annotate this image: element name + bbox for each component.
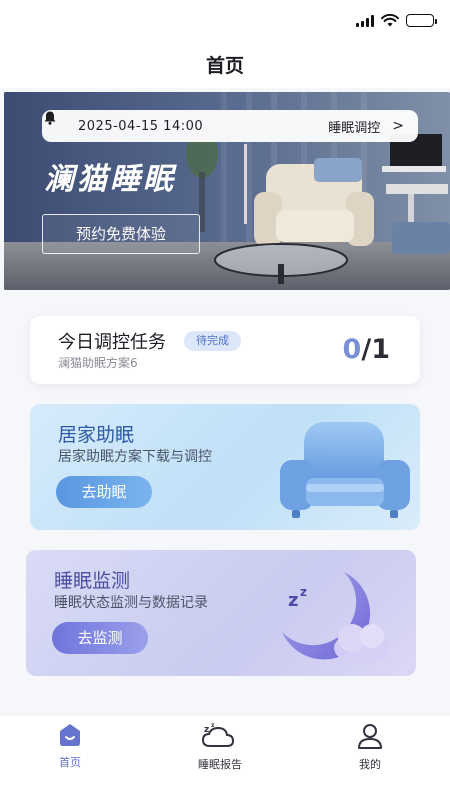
- moon-cloud-icon: z z: [282, 572, 390, 664]
- status-time: 9:41: [46, 12, 73, 27]
- task-subtitle: 澜猫助眠方案6: [58, 356, 138, 370]
- task-title: 今日调控任务: [58, 332, 166, 353]
- nav-bar: 首页: [0, 44, 450, 88]
- wifi-icon: [381, 14, 399, 27]
- svg-text:z: z: [211, 722, 215, 729]
- hero-banner[interactable]: 2025-04-15 14:00 睡眠调控 > 澜猫睡眠 预约免费体验: [4, 92, 450, 290]
- battery-icon: [406, 14, 437, 27]
- tab-home[interactable]: 首页: [30, 722, 110, 770]
- card-description: 居家助眠方案下载与调控: [58, 449, 212, 465]
- today-task-card[interactable]: 今日调控任务 待完成 澜猫助眠方案6 0/1: [30, 316, 420, 384]
- go-monitor-button[interactable]: 去监测: [52, 622, 148, 654]
- status-badge: 待完成: [184, 331, 241, 351]
- tab-label: 睡眠报告: [198, 758, 242, 771]
- signal-icon: [356, 14, 374, 27]
- profile-icon: [358, 724, 382, 749]
- free-trial-button[interactable]: 预约免费体验: [42, 214, 200, 254]
- go-sleep-aid-button[interactable]: 去助眠: [56, 476, 152, 508]
- page-title: 首页: [205, 55, 244, 77]
- card-title: 睡眠监测: [54, 570, 131, 592]
- tab-sleep-report[interactable]: z z 睡眠报告: [180, 722, 260, 772]
- status-bar: 9:41: [0, 0, 450, 44]
- notice-datetime: 2025-04-15 14:00: [78, 118, 204, 134]
- notice-bar[interactable]: 2025-04-15 14:00 睡眠调控 >: [42, 110, 418, 142]
- chevron-right-icon: >: [392, 118, 404, 134]
- card-title: 居家助眠: [58, 424, 135, 446]
- card-description: 睡眠状态监测与数据记录: [54, 595, 208, 611]
- home-icon: [60, 724, 80, 746]
- notice-link-label: 睡眠调控: [328, 120, 381, 136]
- armchair-icon: [280, 422, 410, 518]
- task-total-count: /1: [361, 334, 390, 365]
- sleep-monitor-card[interactable]: 睡眠监测 睡眠状态监测与数据记录 去监测 z z: [26, 550, 416, 676]
- tab-bar: 首页 z z 睡眠报告 我的: [0, 716, 450, 800]
- bell-icon: [44, 111, 56, 125]
- sleep-report-icon: z z: [201, 722, 235, 747]
- svg-text:z: z: [288, 590, 298, 611]
- task-done-count: 0: [342, 334, 362, 365]
- svg-text:z: z: [300, 585, 307, 599]
- tab-label: 首页: [59, 756, 81, 769]
- home-sleep-aid-card[interactable]: 居家助眠 居家助眠方案下载与调控 去助眠: [30, 404, 420, 530]
- task-progress: 0/1: [343, 334, 390, 365]
- status-icons: [356, 14, 437, 27]
- tab-profile[interactable]: 我的: [330, 722, 410, 772]
- svg-text:z: z: [204, 725, 209, 735]
- tab-label: 我的: [359, 758, 381, 771]
- hero-title: 澜猫睡眠: [44, 162, 176, 197]
